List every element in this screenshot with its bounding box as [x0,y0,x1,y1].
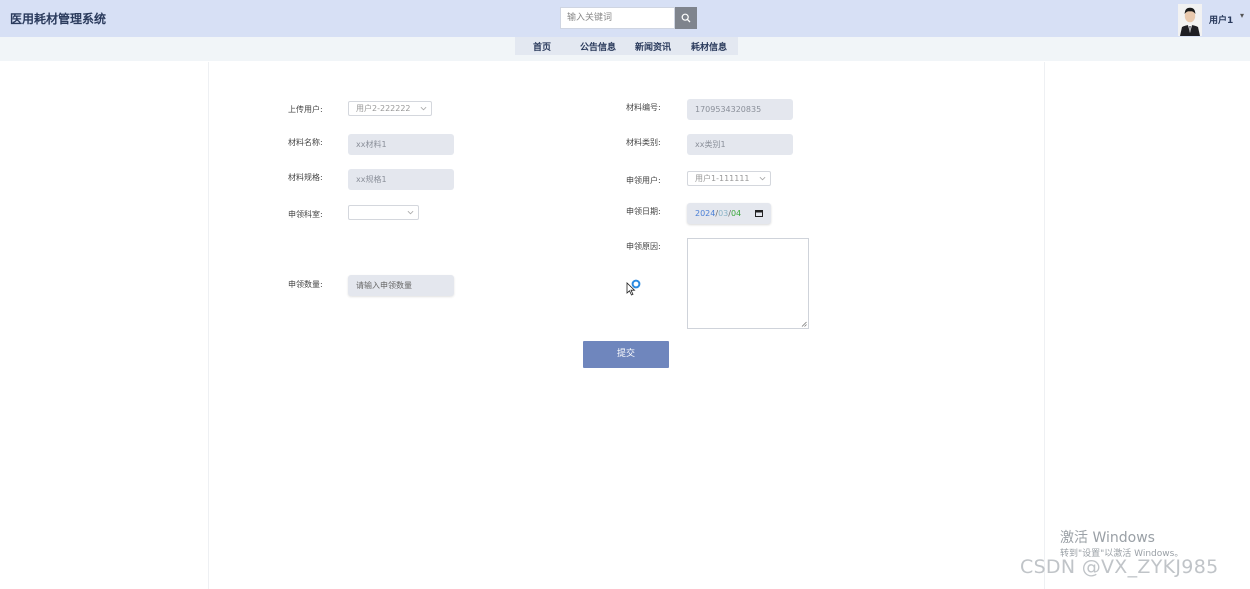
material-spec-field[interactable]: xx规格1 [348,169,454,190]
reason-textarea[interactable] [687,238,809,329]
nav-item-materials[interactable]: 耗材信息 [691,40,727,53]
search-button[interactable] [675,7,697,29]
date-day: 04 [730,209,742,218]
apply-user-label: 申领用户: [626,176,661,185]
upload-user-label: 上传用户: [288,105,323,114]
material-name-field[interactable]: xx材料1 [348,134,454,155]
main-nav: 首页 公告信息 新闻资讯 耗材信息 [515,37,738,55]
search-icon [681,13,691,23]
date-month: 03 [718,209,729,218]
material-code-label: 材料编号: [626,103,661,112]
loading-spinner-icon [631,279,641,289]
avatar[interactable] [1178,4,1202,36]
date-year: 2024 [695,209,716,218]
chevron-down-icon [759,176,766,181]
chevron-down-icon [420,106,427,111]
material-code-field[interactable]: 1709534320835 [687,99,793,120]
user-menu-caret-icon[interactable]: ▾ [1240,11,1244,20]
top-header: 医用耗材管理系统 用户1 ▾ [0,0,1250,37]
upload-user-select[interactable]: 用户2-222222 [348,101,432,116]
apply-date-input[interactable]: 2024/03/04 [687,203,771,224]
user-name[interactable]: 用户1 [1209,13,1233,26]
calendar-icon[interactable] [755,209,763,217]
reason-label: 申领原因: [626,242,661,251]
dept-select[interactable] [348,205,419,220]
chevron-down-icon [407,210,414,215]
upload-user-value: 用户2-222222 [356,104,411,113]
material-spec-label: 材料规格: [288,173,323,182]
material-name-label: 材料名称: [288,138,323,147]
apply-user-select[interactable]: 用户1-111111 [687,171,771,186]
material-type-field[interactable]: xx类别1 [687,134,793,155]
resize-handle-icon[interactable] [801,321,807,327]
search-box [560,7,697,29]
app-title: 医用耗材管理系统 [10,12,107,26]
quantity-input[interactable]: 请输入申领数量 [348,275,454,296]
material-type-label: 材料类别: [626,138,661,147]
quantity-label: 申领数量: [288,280,323,289]
windows-activation-title: 激活 Windows [1060,530,1155,546]
nav-item-home[interactable]: 首页 [533,40,551,53]
nav-item-news[interactable]: 新闻资讯 [635,40,671,53]
nav-item-announcements[interactable]: 公告信息 [580,40,616,53]
csdn-watermark: CSDN @VX_ZYKJ985 [1020,556,1219,578]
submit-button[interactable]: 提交 [583,341,669,368]
search-input[interactable] [560,7,675,29]
apply-date-label: 申领日期: [626,207,661,216]
apply-user-value: 用户1-111111 [695,174,750,183]
dept-label: 申领科室: [288,210,323,219]
